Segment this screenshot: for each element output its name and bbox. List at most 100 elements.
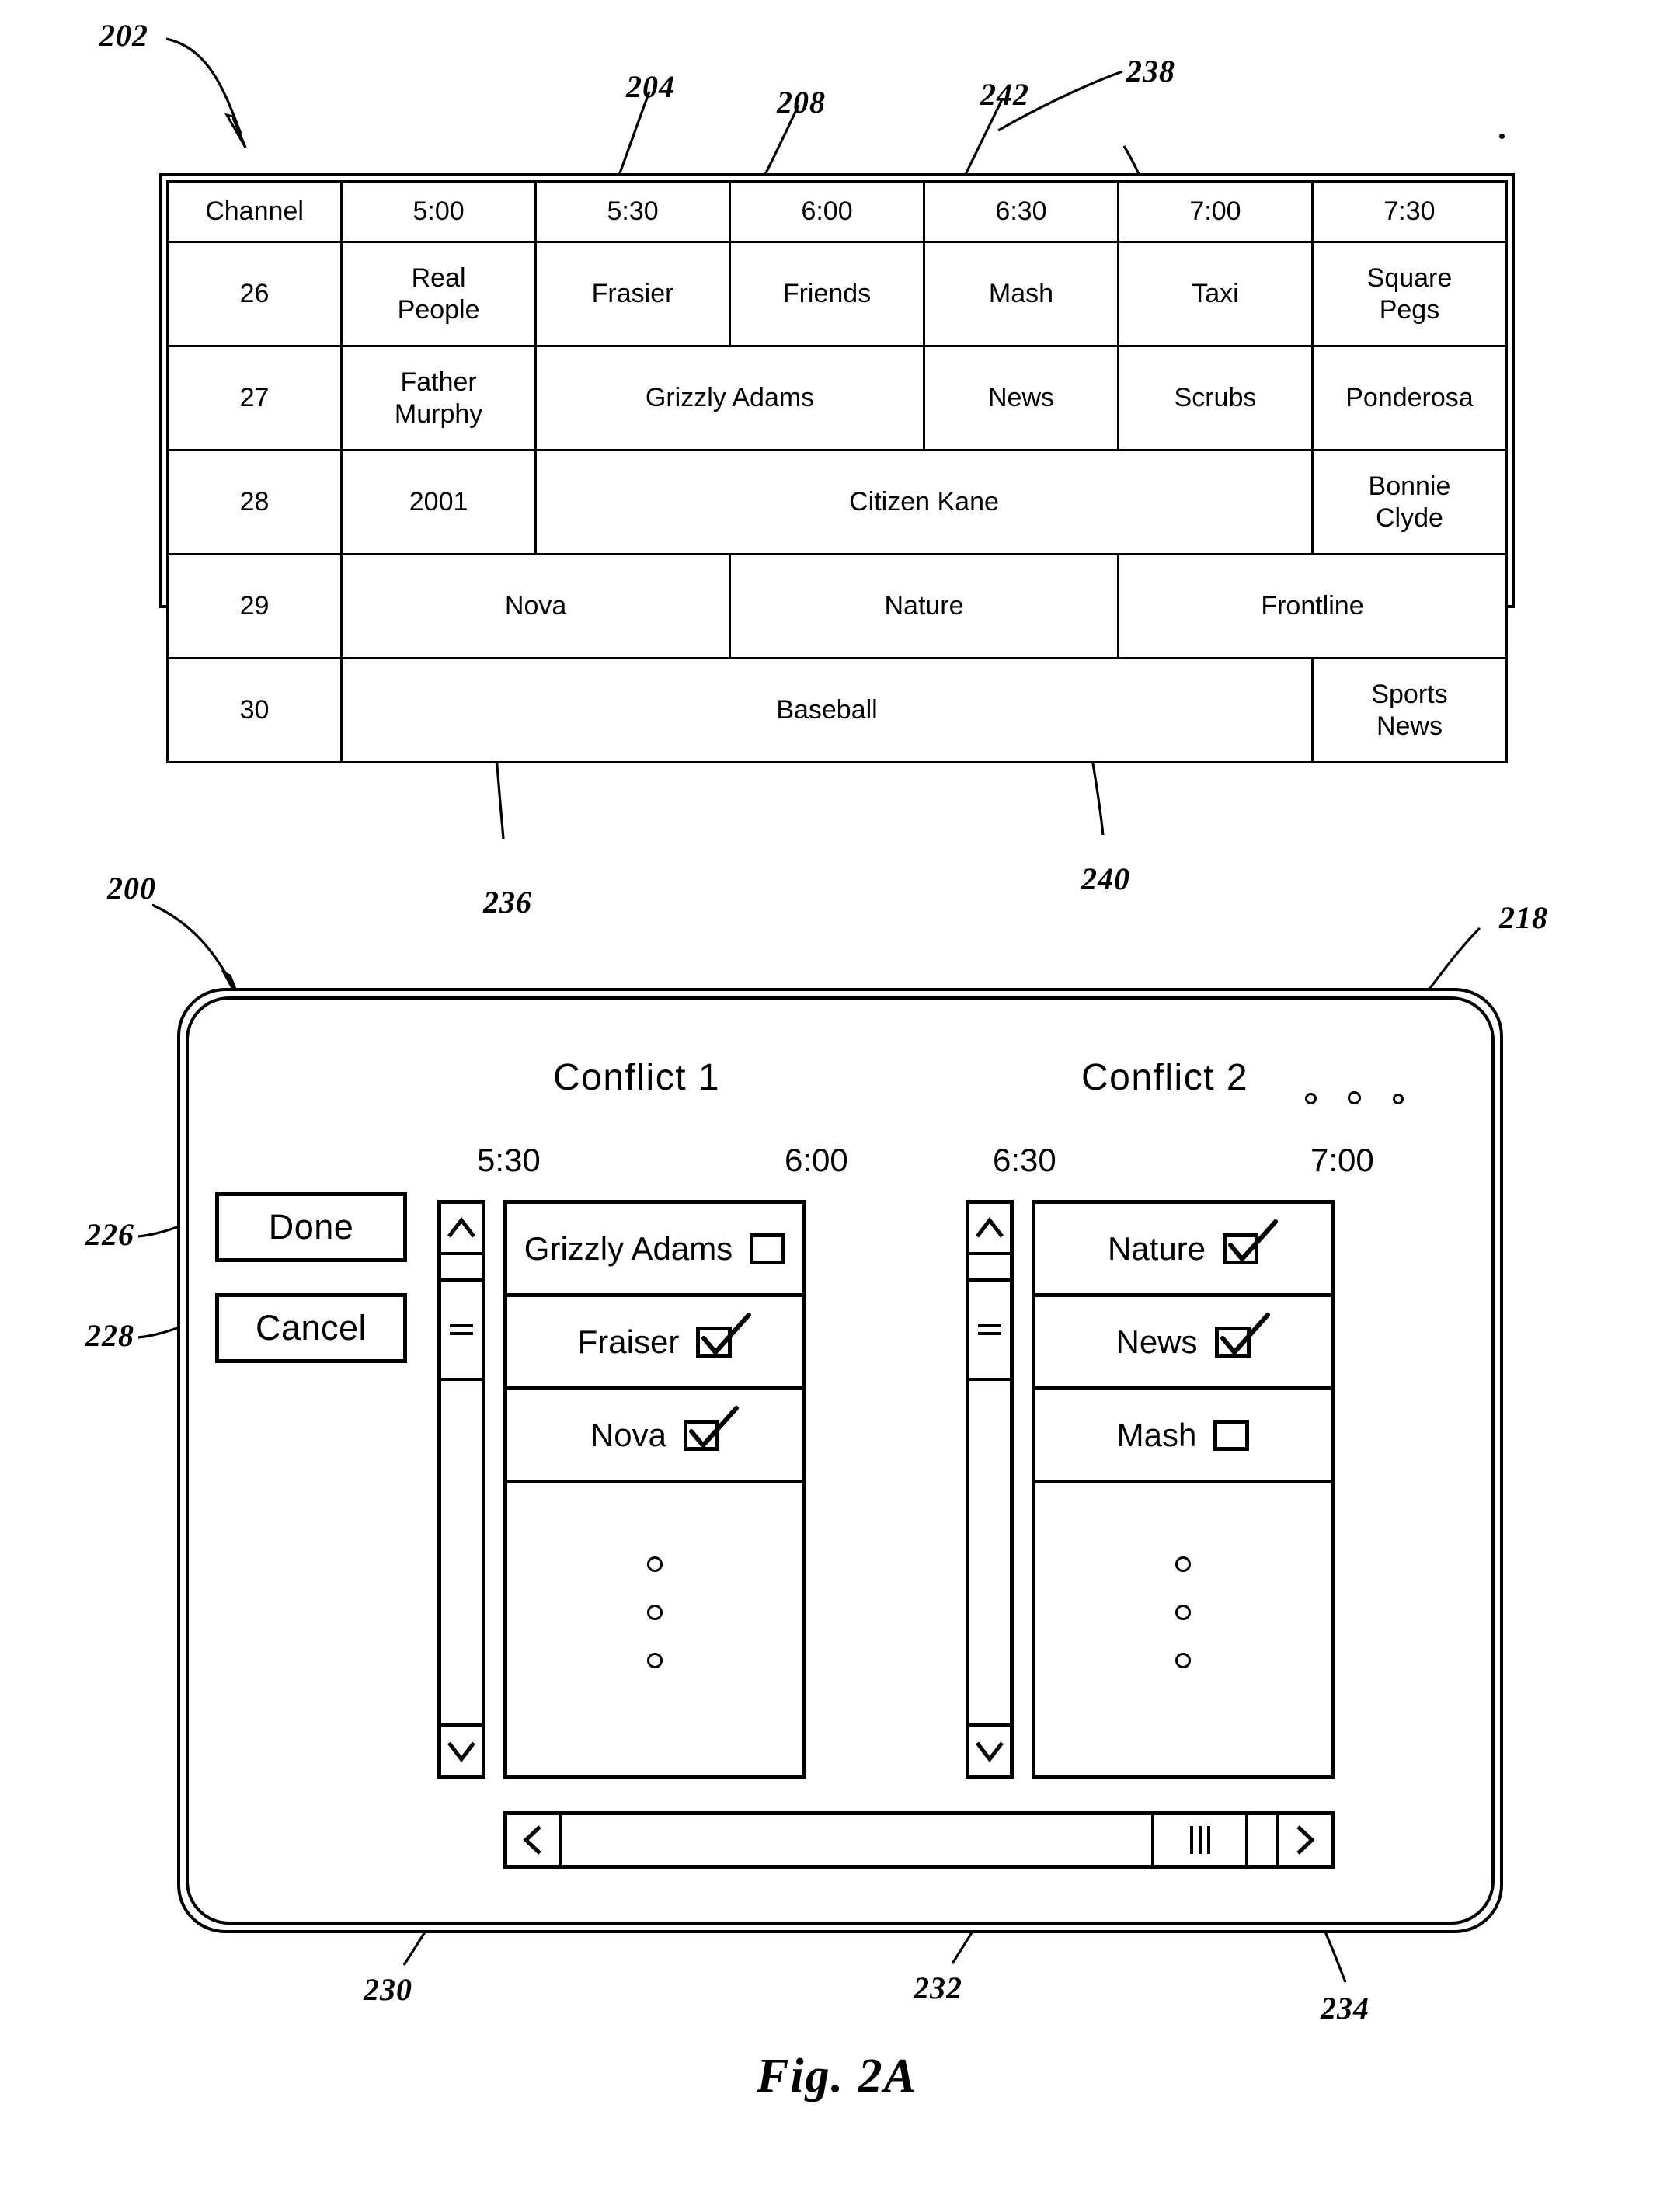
guide-channel-number: 30 xyxy=(165,657,343,763)
guide-program-cell[interactable]: Scrubs xyxy=(1116,345,1314,451)
scroll-track-upper[interactable] xyxy=(969,1255,1010,1282)
guide-program-cell[interactable]: Frasier xyxy=(534,241,732,347)
guide-col-header-730: 7:30 xyxy=(1310,180,1509,243)
scroll-track-lower[interactable] xyxy=(969,1381,1010,1723)
program-checkbox[interactable] xyxy=(684,1405,740,1451)
program-guide-grid: Channel 5:00 5:30 6:00 6:30 7:00 7:30 26… xyxy=(159,173,1515,763)
scroll-right-button[interactable] xyxy=(1276,1815,1331,1865)
program-label: Fraiser xyxy=(577,1323,680,1360)
scroll-track-lower[interactable] xyxy=(441,1381,482,1723)
scroll-down-button[interactable] xyxy=(969,1723,1010,1775)
guide-program-cell[interactable]: Grizzly Adams xyxy=(534,345,926,451)
ref-218: 218 xyxy=(1499,900,1548,935)
chevron-up-icon xyxy=(447,1216,475,1238)
scroll-track-upper[interactable] xyxy=(441,1255,482,1282)
guide-program-cell[interactable]: Sports News xyxy=(1310,657,1509,763)
guide-program-cell[interactable]: Friends xyxy=(729,241,926,347)
scroll-thumb[interactable] xyxy=(441,1282,482,1381)
more-conflicts-indicator[interactable] xyxy=(1305,1083,1422,1111)
ref-228: 228 xyxy=(85,1318,134,1353)
list-item[interactable]: Grizzly Adams xyxy=(507,1204,802,1297)
page-speck xyxy=(1499,134,1505,139)
scroll-left-button[interactable] xyxy=(507,1815,562,1865)
program-checkbox[interactable] xyxy=(750,1233,786,1264)
cancel-button[interactable]: Cancel xyxy=(215,1293,407,1363)
guide-col-header-500: 5:00 xyxy=(340,180,538,243)
scroll-up-button[interactable] xyxy=(969,1204,1010,1255)
list-item[interactable]: Nature xyxy=(1035,1204,1331,1297)
conflict-2-start-time: 6:30 xyxy=(993,1142,1056,1178)
chevron-up-icon xyxy=(976,1216,1004,1238)
program-checkbox[interactable] xyxy=(1214,1312,1270,1358)
ellipsis-dot-icon xyxy=(1348,1091,1361,1104)
guide-row-29: 29 Nova Nature Frontline xyxy=(165,553,1509,659)
grip-icon xyxy=(1189,1826,1210,1854)
scroll-up-button[interactable] xyxy=(441,1204,482,1255)
figure-caption: Fig. 2A xyxy=(757,2050,917,2102)
guide-program-cell[interactable]: Nova xyxy=(340,553,732,659)
program-label: Nature xyxy=(1107,1229,1206,1267)
grip-icon xyxy=(450,1320,473,1340)
guide-program-cell[interactable]: Square Pegs xyxy=(1310,241,1509,347)
guide-col-header-600: 6:00 xyxy=(729,180,926,243)
scroll-thumb[interactable] xyxy=(969,1282,1010,1381)
program-label: Grizzly Adams xyxy=(524,1229,733,1267)
ref-232: 232 xyxy=(914,1970,962,2005)
conflict-1-end-time: 6:00 xyxy=(785,1142,848,1178)
conflict-1-empty-area xyxy=(507,1483,802,1763)
chevron-down-icon xyxy=(447,1741,475,1762)
guide-table: Channel 5:00 5:30 6:00 6:30 7:00 7:30 26… xyxy=(165,180,1509,763)
guide-program-cell[interactable]: Taxi xyxy=(1116,241,1314,347)
guide-program-cell[interactable]: Citizen Kane xyxy=(534,449,1314,555)
chevron-left-icon xyxy=(523,1825,541,1855)
ref-208: 208 xyxy=(777,85,826,120)
grip-icon xyxy=(978,1320,1001,1340)
guide-header-row: Channel 5:00 5:30 6:00 6:30 7:00 7:30 xyxy=(165,180,1509,243)
ref-240: 240 xyxy=(1081,861,1130,896)
patent-figure-sheet: 202 204 208 242 238 236 240 200 218 226 … xyxy=(0,0,1674,2212)
checkmark-icon xyxy=(1228,1219,1279,1263)
guide-program-cell[interactable]: Bonnie Clyde xyxy=(1310,449,1509,555)
guide-program-cell[interactable]: Frontline xyxy=(1116,553,1509,659)
ellipsis-dot-icon xyxy=(1393,1094,1404,1104)
conflict-2-vertical-scrollbar[interactable] xyxy=(966,1200,1014,1779)
conflict-1-title: Conflict 1 xyxy=(553,1057,721,1098)
chevron-down-icon xyxy=(976,1741,1004,1762)
program-checkbox[interactable] xyxy=(1223,1219,1279,1264)
scroll-track-left[interactable] xyxy=(562,1815,1151,1865)
list-item[interactable]: News xyxy=(1035,1297,1331,1390)
guide-channel-number: 26 xyxy=(165,241,343,347)
guide-channel-number: 28 xyxy=(165,449,343,555)
guide-row-30: 30 Baseball Sports News xyxy=(165,657,1509,763)
list-item[interactable]: Mash xyxy=(1035,1390,1331,1483)
vertical-ellipsis-icon xyxy=(647,1524,663,1701)
conflict-1-vertical-scrollbar[interactable] xyxy=(437,1200,485,1779)
guide-program-cell[interactable]: Baseball xyxy=(340,657,1314,763)
program-label: Mash xyxy=(1116,1416,1197,1453)
guide-row-28: 28 2001 Citizen Kane Bonnie Clyde xyxy=(165,449,1509,555)
list-item[interactable]: Fraiser xyxy=(507,1297,802,1390)
scroll-thumb[interactable] xyxy=(1151,1815,1248,1865)
horizontal-scrollbar[interactable] xyxy=(503,1811,1335,1869)
done-button[interactable]: Done xyxy=(215,1192,407,1262)
guide-col-header-630: 6:30 xyxy=(923,180,1119,243)
conflict-1-program-list: Grizzly Adams Fraiser Nova xyxy=(503,1200,806,1779)
ref-234: 234 xyxy=(1321,1991,1369,2026)
guide-col-header-700: 7:00 xyxy=(1116,180,1314,243)
conflict-2-title: Conflict 2 xyxy=(1081,1057,1249,1098)
program-checkbox[interactable] xyxy=(696,1312,752,1358)
list-item[interactable]: Nova xyxy=(507,1390,802,1483)
guide-program-cell[interactable]: Father Murphy xyxy=(340,345,538,451)
ref-200: 200 xyxy=(107,871,156,906)
guide-program-cell[interactable]: 2001 xyxy=(340,449,538,555)
guide-program-cell[interactable]: Mash xyxy=(923,241,1119,347)
conflict-2-program-list: Nature News Mash xyxy=(1032,1200,1335,1779)
guide-program-cell[interactable]: News xyxy=(923,345,1119,451)
guide-program-cell[interactable]: Ponderosa xyxy=(1310,345,1509,451)
guide-program-cell[interactable]: Nature xyxy=(729,553,1119,659)
scroll-down-button[interactable] xyxy=(441,1723,482,1775)
program-checkbox[interactable] xyxy=(1213,1419,1250,1451)
scroll-track-right[interactable] xyxy=(1248,1815,1276,1865)
ref-236: 236 xyxy=(483,885,532,920)
guide-program-cell[interactable]: Real People xyxy=(340,241,538,347)
